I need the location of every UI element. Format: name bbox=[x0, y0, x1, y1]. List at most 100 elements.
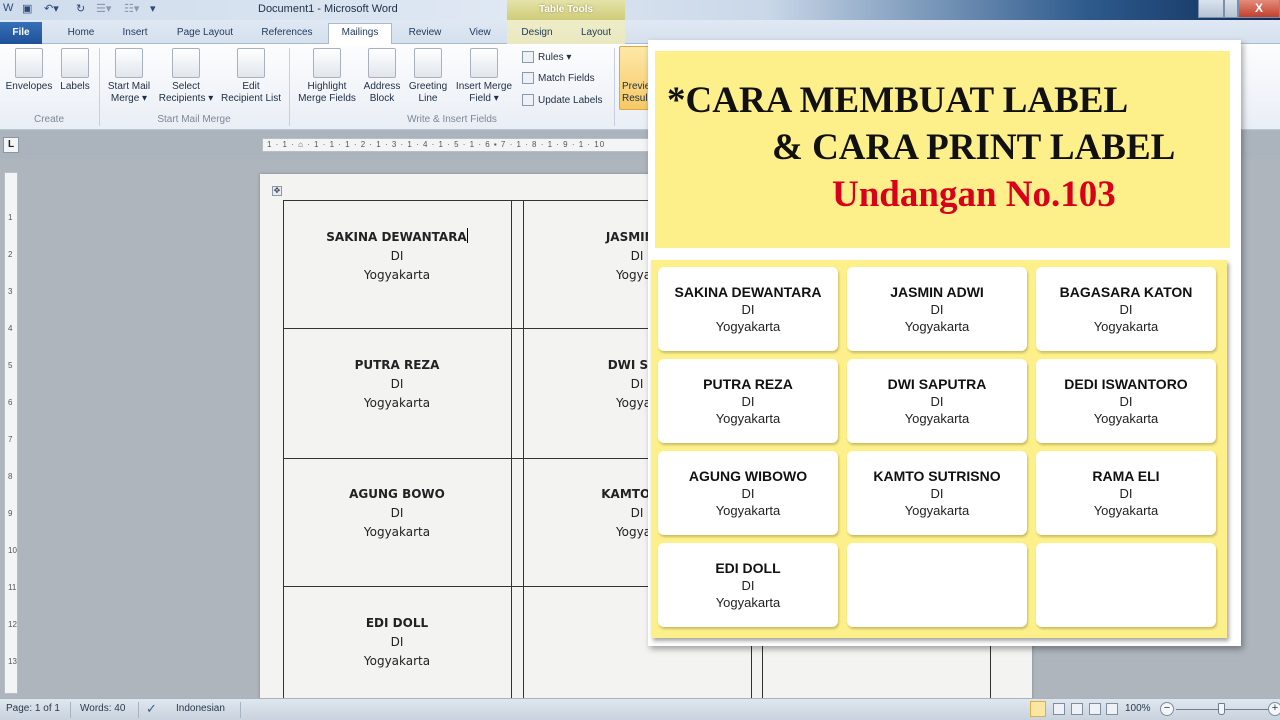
address-block-button[interactable]: Address Block bbox=[362, 48, 402, 105]
label-prefix: DI bbox=[930, 486, 944, 501]
label-name: JASMIN ADWI bbox=[890, 284, 984, 300]
greeting-line-button[interactable]: Greeting Line bbox=[405, 48, 451, 105]
start-mail-merge-button[interactable]: Start Mail Merge ▾ bbox=[104, 48, 154, 105]
horizontal-ruler[interactable]: 1 · 1 · ⌂ · 1 · 1 · 1 · 2 · 1 · 3 · 1 · … bbox=[262, 138, 650, 152]
ruler-mark: 6 bbox=[8, 398, 13, 407]
mailing-label: DEDI ISWANTORO DI Yogyakarta bbox=[1036, 359, 1216, 443]
tab-mailings[interactable]: Mailings bbox=[328, 23, 392, 44]
edit-recipient-list-button[interactable]: Edit Recipient List bbox=[218, 48, 284, 105]
mailing-label-text: SAKINA DEWANTARA DI Yogyakarta bbox=[658, 267, 838, 335]
page-count[interactable]: Page: 1 of 1 bbox=[6, 703, 60, 714]
mailing-label-text: JASMIN ADWI DI Yogyakarta bbox=[847, 267, 1027, 335]
label-name: PUTRA REZA bbox=[703, 376, 793, 392]
tab-review[interactable]: Review bbox=[400, 24, 450, 44]
table-move-handle[interactable]: ✥ bbox=[272, 186, 282, 196]
tab-design[interactable]: Design bbox=[512, 24, 562, 44]
zoom-slider-thumb[interactable] bbox=[1218, 703, 1225, 715]
minimize-button[interactable] bbox=[1198, 0, 1224, 18]
mailing-label-text: DEDI ISWANTORO DI Yogyakarta bbox=[1036, 359, 1216, 427]
status-separator bbox=[240, 702, 241, 718]
tab-selector[interactable]: L bbox=[3, 137, 19, 153]
tab-references[interactable]: References bbox=[252, 24, 322, 44]
ruler-mark: 11 bbox=[8, 583, 17, 592]
insert-merge-field-button[interactable]: Insert Merge Field ▾ bbox=[452, 48, 516, 105]
rules-label: Rules ▾ bbox=[538, 52, 572, 63]
mailing-label: DWI SAPUTRA DI Yogyakarta bbox=[847, 359, 1027, 443]
labels-label: Labels bbox=[60, 81, 90, 92]
update-labels-button[interactable]: Update Labels bbox=[522, 93, 603, 109]
group-separator bbox=[614, 48, 615, 126]
status-separator bbox=[138, 702, 139, 718]
tab-view[interactable]: View bbox=[458, 24, 502, 44]
insert-merge-field-label-2: Field ▾ bbox=[469, 93, 499, 104]
mailing-label-text: AGUNG WIBOWO DI Yogyakarta bbox=[658, 451, 838, 519]
zoom-in-button[interactable]: + bbox=[1268, 702, 1280, 716]
zoom-out-button[interactable]: − bbox=[1160, 702, 1174, 716]
mailing-label: BAGASARA KATON DI Yogyakarta bbox=[1036, 267, 1216, 351]
close-button[interactable]: X bbox=[1238, 0, 1280, 18]
window-title: Document1 - Microsoft Word bbox=[258, 3, 398, 15]
save-icon[interactable]: ▣ bbox=[22, 2, 32, 15]
zoom-level[interactable]: 100% bbox=[1125, 703, 1151, 714]
print-layout-view-icon[interactable] bbox=[1030, 701, 1046, 717]
documents-icon bbox=[115, 48, 143, 78]
edit-recipient-list-label-2: Recipient List bbox=[220, 93, 282, 104]
vertical-ruler[interactable]: 1 2 3 4 5 6 7 8 9 10 11 12 13 bbox=[4, 172, 18, 694]
recipient-name: SAKINA DEWANTARA bbox=[326, 230, 467, 244]
word-app-icon[interactable]: W bbox=[3, 2, 13, 14]
label-cell[interactable]: AGUNG BOWO DI Yogyakarta bbox=[284, 485, 510, 542]
recipient-city: Yogyakarta bbox=[363, 268, 431, 282]
match-fields-button[interactable]: Match Fields bbox=[522, 71, 595, 87]
maximize-button[interactable] bbox=[1224, 0, 1238, 18]
bullets-icon[interactable]: ☰▾ bbox=[96, 2, 111, 15]
web-layout-icon[interactable] bbox=[1071, 703, 1083, 715]
recipient-prefix: DI bbox=[390, 249, 404, 263]
overlay-title-line-1: *CARA MEMBUAT LABEL bbox=[667, 80, 1129, 121]
select-recipients-label-2: Recipients ▾ bbox=[158, 93, 214, 104]
proofing-icon[interactable]: ✓ bbox=[146, 701, 157, 717]
language-indicator[interactable]: Indonesian bbox=[176, 703, 225, 714]
label-prefix: DI bbox=[1119, 394, 1133, 409]
customize-quick-access-icon[interactable]: ▾ bbox=[150, 2, 156, 15]
group-create-label: Create bbox=[33, 114, 64, 125]
select-recipients-button[interactable]: Select Recipients ▾ bbox=[156, 48, 216, 105]
label-name: KAMTO SUTRISNO bbox=[873, 468, 1001, 484]
highlight-merge-fields-button[interactable]: Highlight Merge Fields bbox=[296, 48, 358, 105]
label-cell[interactable]: EDI DOLL DI Yogyakarta bbox=[284, 614, 510, 671]
tab-file[interactable]: File bbox=[0, 22, 42, 44]
rules-icon bbox=[522, 51, 534, 64]
tab-layout[interactable]: Layout bbox=[570, 24, 622, 44]
tab-page-layout[interactable]: Page Layout bbox=[168, 24, 242, 44]
ruler-mark: 10 bbox=[8, 546, 17, 555]
draft-view-icon[interactable] bbox=[1106, 703, 1118, 715]
rules-button[interactable]: Rules ▾ bbox=[522, 50, 571, 66]
mailing-label-text: PUTRA REZA DI Yogyakarta bbox=[658, 359, 838, 427]
highlight-label-2: Merge Fields bbox=[298, 93, 356, 104]
label-cell[interactable]: PUTRA REZA DI Yogyakarta bbox=[284, 356, 510, 413]
match-fields-icon bbox=[522, 72, 534, 85]
tab-home[interactable]: Home bbox=[58, 24, 104, 44]
label-prefix: DI bbox=[741, 578, 755, 593]
word-count[interactable]: Words: 40 bbox=[80, 703, 125, 714]
outline-view-icon[interactable] bbox=[1089, 703, 1101, 715]
redo-icon[interactable]: ↻ bbox=[76, 2, 85, 15]
envelopes-button[interactable]: Envelopes bbox=[2, 48, 56, 93]
undo-icon[interactable]: ↶▾ bbox=[44, 2, 59, 15]
table-tools-header: Table Tools bbox=[507, 0, 625, 20]
mailing-label: JASMIN ADWI DI Yogyakarta bbox=[847, 267, 1027, 351]
label-city: Yogyakarta bbox=[1093, 319, 1159, 334]
group-separator bbox=[289, 48, 290, 126]
ruler-mark: 2 bbox=[8, 250, 13, 259]
recipient-prefix: DI bbox=[390, 635, 404, 649]
label-name: EDI DOLL bbox=[715, 560, 781, 576]
label-cell[interactable]: SAKINA DEWANTARA DI Yogyakarta bbox=[284, 228, 510, 285]
tab-insert[interactable]: Insert bbox=[112, 24, 158, 44]
title-bar: W ▣ ↶▾ ↻ ☰▾ ☷▾ ▾ Document1 - Microsoft W… bbox=[0, 0, 1280, 20]
ruler-mark: 3 bbox=[8, 287, 13, 296]
numbering-icon[interactable]: ☷▾ bbox=[124, 2, 139, 15]
labels-button[interactable]: Labels bbox=[58, 48, 92, 93]
ruler-mark: 4 bbox=[8, 324, 13, 333]
label-city: Yogyakarta bbox=[715, 503, 781, 518]
recipient-city: Yogyakarta bbox=[363, 396, 431, 410]
full-screen-reading-icon[interactable] bbox=[1053, 703, 1065, 715]
